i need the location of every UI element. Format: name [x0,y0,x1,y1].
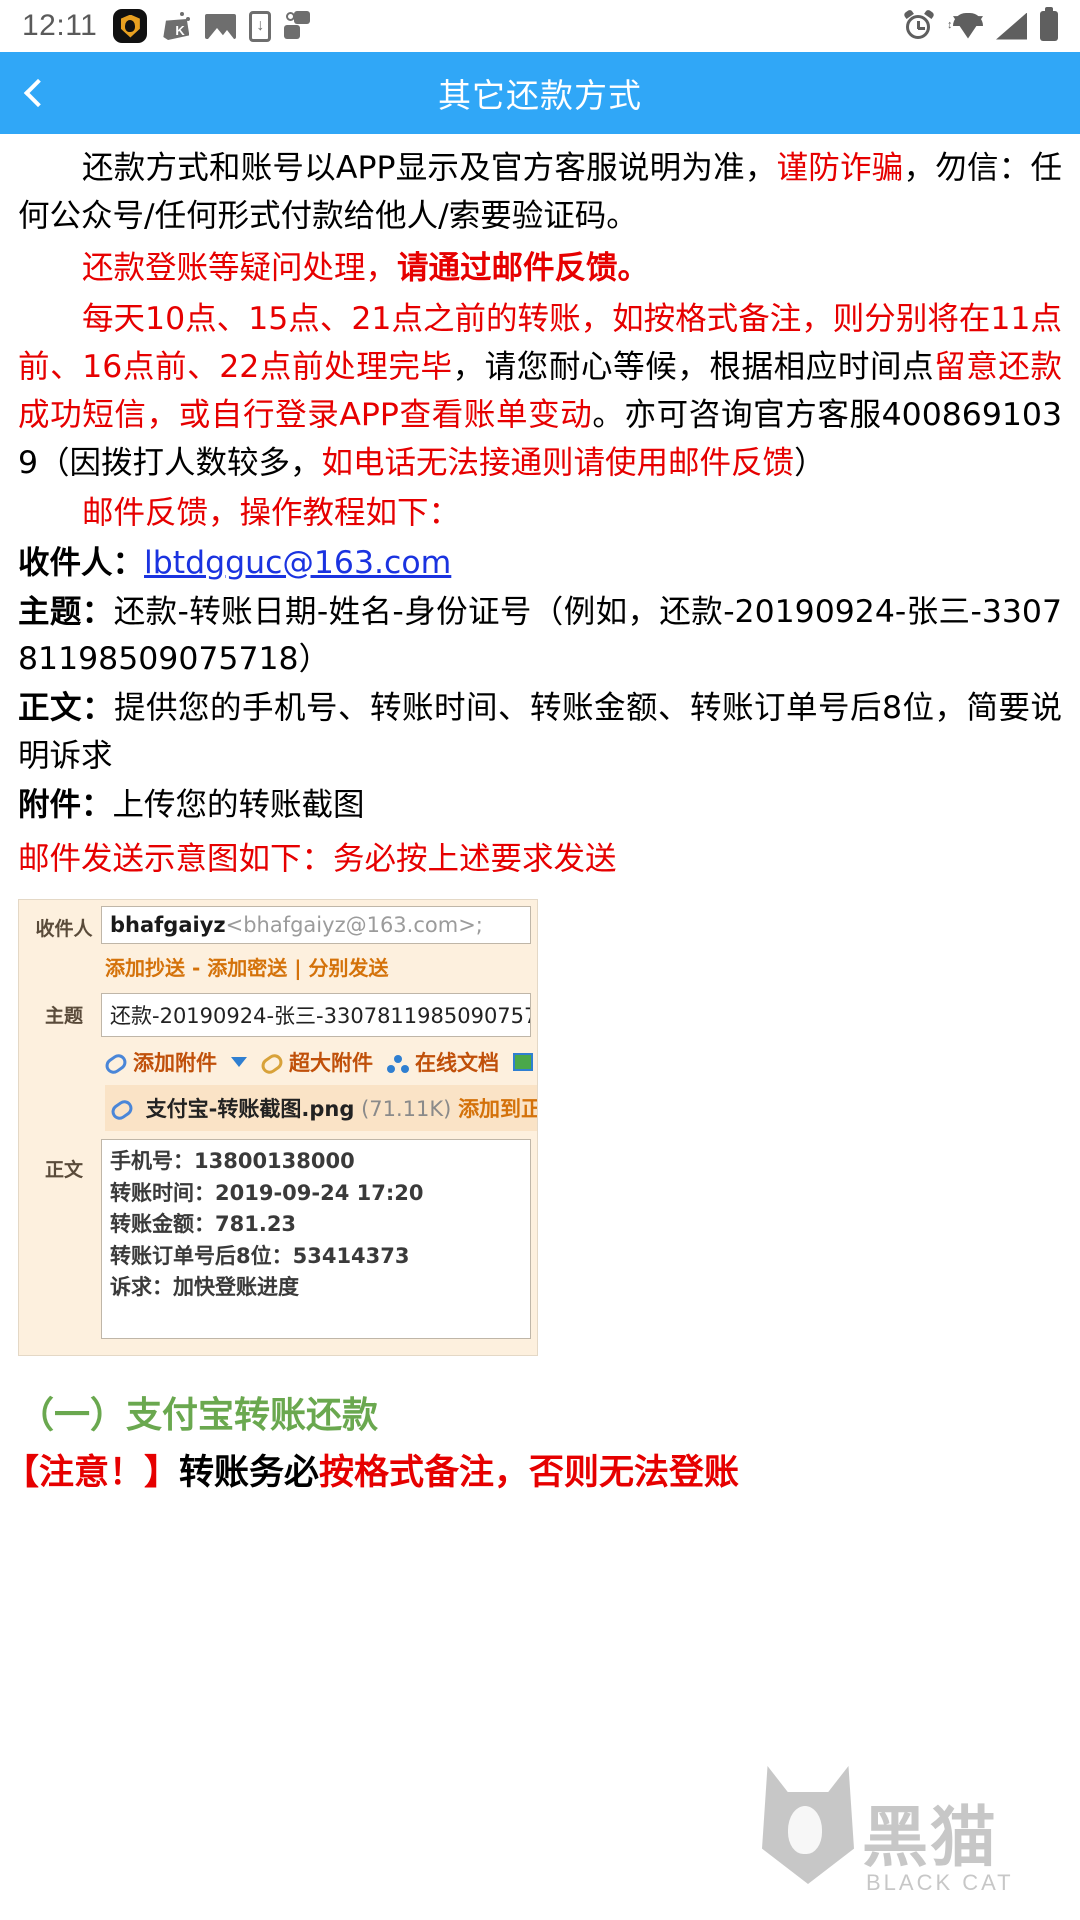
gift-box-icon: K [160,10,192,42]
battery-icon [1040,7,1058,41]
field-recipient: 收件人：lbtdgguc@163.com [18,540,1062,587]
insert-into-body-link: 添加到正文 [458,1097,537,1122]
field-body: 正文：提供您的手机号、转账时间、转账金额、转账订单号后8位，简要说明诉求 [18,685,1062,780]
mail-body-line: 转账订单号后8位：53414373 [110,1243,410,1268]
mail-recipient-field: bhafgaiyz<bhafgaiyz@163.com>; [101,906,531,945]
watermark: 黑猫 BLACK CAT [762,1762,1062,1912]
section-warning-note: 【注意！】转账务必按格式备注，否则无法登账 [4,1444,1080,1495]
status-right-icons: ↕ [903,7,1058,41]
p1-red-1: 谨防诈骗 [776,150,904,186]
mail-subject-label: 主题 [44,1005,83,1028]
share-nodes-icon [387,1055,409,1074]
excel-icon [513,1053,533,1072]
field-subject: 主题：还款-转账日期-姓名-身份证号（例如，还款-20190924-张三-330… [18,589,1062,684]
mail-attached-file-row: 支付宝-转账截图.png (71.11K) 添加到正文 [105,1085,537,1132]
watermark-subtext: BLACK CAT [866,1870,1014,1895]
paperclip-small-icon [108,1097,136,1124]
screen-root: 12:11 K ↕ [0,0,1080,1920]
note-black: 转账务必 [179,1453,320,1494]
back-button[interactable] [0,52,70,134]
mail-cc-bcc-links: 添加抄送 - 添加密送 | 分别发送 [105,956,389,981]
paragraph-email-feedback: 还款登账等疑问处理，请通过邮件反馈。 [18,244,1062,292]
big-attachment-button: 超大附件 [258,1047,373,1078]
recipient-email-link[interactable]: lbtdgguc@163.com [144,545,451,581]
paragraph-mail-diagram-note: 邮件发送示意图如下：务必按上述要求发送 [18,835,1062,883]
paragraph-tutorial-intro: 邮件反馈，操作教程如下： [18,489,1062,537]
body-label: 正文： [18,690,114,727]
note-red-suffix: 按格式备注，否则无法登账 [319,1453,740,1494]
status-clock: 12:11 [22,9,98,42]
watermark-text: 黑猫 [862,1799,998,1876]
mail-body-label: 正文 [44,1159,83,1182]
mail-attachment-toolbar: 添加附件 超大附件 在线文档 [19,1037,537,1083]
mail-body-line: 转账金额：781.23 [110,1212,297,1237]
article-content: 还款方式和账号以APP显示及官方客服说明为准，谨防诈骗，勿信：任何公众号/任何形… [0,134,1080,883]
chevron-down-icon [231,1057,247,1068]
attachment-label: 附件： [18,786,113,823]
section-heading-alipay: （一）支付宝转账还款 [18,1395,379,1437]
alarm-clock-icon [903,8,935,41]
attached-file-name: 支付宝-转账截图.png [145,1097,355,1122]
recipient-label: 收件人： [18,544,145,581]
screenshot-icon [284,11,316,41]
mail-recipient-name: bhafgaiyz [110,913,226,938]
field-attachment: 附件：上传您的转账截图 [18,782,1062,829]
subject-value: 还款-转账日期-姓名-身份证号（例如，还款-20190924-张三-330781… [18,593,1062,677]
attached-file-size: (71.11K) [361,1097,452,1122]
mail-recipient-label: 收件人 [35,918,93,941]
wifi-icon: ↕ [947,12,983,40]
phone-download-icon [249,10,272,42]
status-left-icons: K [113,9,316,43]
p3-red-3: 如电话无法接通则请使用邮件反馈 [321,445,795,482]
paragraph-disclaimer: 还款方式和账号以APP显示及官方客服说明为准，谨防诈骗，勿信：任何公众号/任何形… [18,144,1062,240]
app-bar: 其它还款方式 [0,52,1080,134]
mail-subject-field: 还款-20190924-张三-330781198509075718 [101,993,531,1038]
paperclip-gold-icon [258,1051,286,1078]
add-attachment-button: 添加附件 [102,1047,217,1078]
paragraph-processing-times: 每天10点、15点、21点之前的转账，如按格式备注，则分别将在11点前、16点前… [18,295,1062,488]
status-bar: 12:11 K ↕ [0,0,1080,52]
photo-icon [205,13,237,39]
subject-label: 主题： [18,593,114,630]
p3-black-1: ，请您耐心等候，根据相应时间点 [452,348,935,385]
p2-red-normal: 还款登账等疑问处理， [82,250,398,287]
black-cat-logo-icon [762,1766,854,1884]
signal-icon [996,12,1027,40]
attachment-value: 上传您的转账截图 [112,786,365,823]
body-value: 提供您的手机号、转账时间、转账金额、转账订单号后8位，简要说明诉求 [18,690,1062,774]
p5-red: 邮件发送示意图如下：务必按上述要求发送 [18,841,617,877]
mail-body-field: 手机号：13800138000 转账时间：2019-09-24 17:20 转账… [101,1139,531,1340]
p1-black-1: 还款方式和账号以APP显示及官方客服说明为准， [82,150,777,186]
p4-red: 邮件反馈，操作教程如下： [82,495,461,532]
mail-body-row: 正文 手机号：13800138000 转账时间：2019-09-24 17:20… [19,1131,537,1355]
mail-body-line: 转账时间：2019-09-24 17:20 [110,1180,424,1205]
mail-recipient-address: <bhafgaiyz@163.com>; [225,913,483,938]
online-doc-button: 在线文档 [387,1047,499,1077]
paperclip-icon [102,1051,130,1078]
mail-body-line: 手机号：13800138000 [110,1149,355,1174]
page-title: 其它还款方式 [438,76,642,115]
p3-black-3: ） [794,445,826,482]
mail-subject-row: 主题 还款-20190924-张三-330781198509075718 [19,987,537,1038]
chevron-left-icon [23,78,53,108]
shield-app-icon [113,9,148,43]
mail-compose-screenshot: 收件人 bhafgaiyz<bhafgaiyz@163.com>; 添加抄送 -… [18,899,538,1357]
mail-recipient-row: 收件人 bhafgaiyz<bhafgaiyz@163.com>; [19,900,537,945]
mail-body-line: 诉求：加快登账进度 [110,1275,299,1300]
note-red-prefix: 【注意！】 [4,1453,180,1494]
p2-red-bold: 请通过邮件反馈。 [397,250,650,287]
